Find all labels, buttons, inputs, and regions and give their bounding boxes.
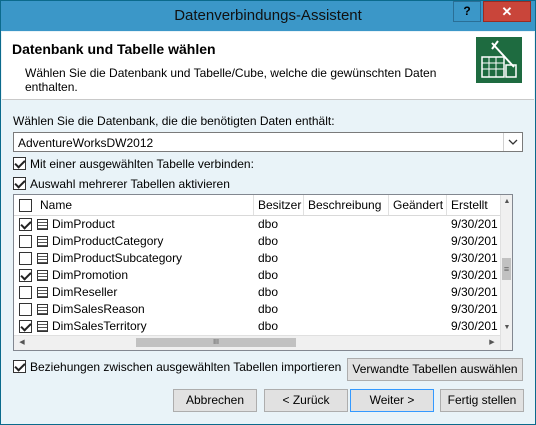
vertical-scroll-thumb[interactable]: ≡ <box>502 258 511 280</box>
row-name: DimProductSubcategory <box>52 251 183 265</box>
row-checkbox[interactable] <box>19 269 32 282</box>
row-checkbox[interactable] <box>19 218 32 231</box>
row-name: DimReseller <box>52 285 118 299</box>
wizard-header: Datenbank und Tabelle wählen Wählen Sie … <box>2 32 534 100</box>
table-icon <box>37 304 48 315</box>
vertical-grip-icon: ≡ <box>503 264 510 274</box>
row-owner: dbo <box>258 268 279 282</box>
row-created: 9/30/201 <box>451 319 498 333</box>
table-icon <box>37 253 48 264</box>
multi-select-label: Auswahl mehrerer Tabellen aktivieren <box>30 177 230 191</box>
row-checkbox[interactable] <box>19 252 32 265</box>
vertical-scrollbar[interactable]: ▲ ≡ ▼ <box>500 195 512 350</box>
row-name: DimPromotion <box>52 268 129 282</box>
multi-select-checkbox[interactable] <box>13 177 26 190</box>
row-owner: dbo <box>258 319 279 333</box>
grid-header: Name Besitzer Beschreibung Geändert Erst… <box>14 195 500 216</box>
row-owner: dbo <box>258 302 279 316</box>
dialog-window: Datenverbindungs-Assistent ? ✕ Datenbank… <box>0 0 536 425</box>
chevron-down-icon[interactable] <box>503 133 522 151</box>
row-checkbox[interactable] <box>19 320 32 333</box>
title-bar[interactable]: Datenverbindungs-Assistent ? ✕ <box>1 1 535 31</box>
row-created: 9/30/201 <box>451 217 498 231</box>
row-checkbox[interactable] <box>19 286 32 299</box>
database-select[interactable]: AdventureWorksDW2012 <box>13 132 523 152</box>
row-created: 9/30/201 <box>451 285 498 299</box>
table-row[interactable]: DimSalesReason dbo 9/30/201 <box>14 301 500 318</box>
row-name: DimSalesTerritory <box>52 319 147 333</box>
finish-button[interactable]: Fertig stellen <box>440 389 524 412</box>
column-header-owner[interactable]: Besitzer <box>254 195 304 215</box>
scroll-right-icon[interactable]: ▶ <box>486 336 498 350</box>
horizontal-grip-icon: III <box>213 339 219 346</box>
database-wizard-icon <box>476 37 522 83</box>
table-row[interactable]: DimProductSubcategory dbo 9/30/201 <box>14 250 500 267</box>
table-row[interactable]: DimProduct dbo 9/30/201 <box>14 216 500 233</box>
relations-label: Beziehungen zwischen ausgewählten Tabell… <box>30 360 342 374</box>
row-owner: dbo <box>258 234 279 248</box>
next-button[interactable]: Weiter > <box>350 389 434 412</box>
relations-checkbox[interactable] <box>13 360 26 373</box>
related-tables-button[interactable]: Verwandte Tabellen auswählen <box>347 358 523 381</box>
scroll-up-icon[interactable]: ▲ <box>501 195 512 209</box>
row-checkbox[interactable] <box>19 303 32 316</box>
horizontal-scrollbar[interactable]: ◀ III ▶ <box>14 335 500 350</box>
table-row[interactable]: DimSalesTerritory dbo 9/30/201 <box>14 318 500 335</box>
horizontal-scroll-thumb[interactable]: III <box>136 338 296 347</box>
column-header-name[interactable]: Name <box>36 195 254 215</box>
row-created: 9/30/201 <box>451 268 498 282</box>
database-select-value: AdventureWorksDW2012 <box>18 136 154 150</box>
column-header-description[interactable]: Beschreibung <box>304 195 389 215</box>
page-title: Datenbank und Tabelle wählen <box>12 41 216 57</box>
table-icon <box>37 236 48 247</box>
database-label: Wählen Sie die Datenbank, die die benöti… <box>13 114 335 128</box>
table-row[interactable]: DimPromotion dbo 9/30/201 <box>14 267 500 284</box>
row-name: DimProductCategory <box>52 234 164 248</box>
close-button[interactable]: ✕ <box>483 1 531 22</box>
row-name: DimProduct <box>52 217 115 231</box>
row-name: DimSalesReason <box>52 302 145 316</box>
table-row[interactable]: DimProductCategory dbo 9/30/201 <box>14 233 500 250</box>
scroll-left-icon[interactable]: ◀ <box>16 336 28 350</box>
page-description: Wählen Sie die Datenbank und Tabelle/Cub… <box>25 66 437 94</box>
table-row[interactable]: DimReseller dbo 9/30/201 <box>14 284 500 301</box>
scroll-down-icon[interactable]: ▼ <box>501 321 512 335</box>
connect-table-checkbox[interactable] <box>13 157 26 170</box>
tables-grid: Name Besitzer Beschreibung Geändert Erst… <box>13 194 513 351</box>
row-created: 9/30/201 <box>451 302 498 316</box>
connect-table-label: Mit einer ausgewählten Tabelle verbinden… <box>30 157 254 171</box>
select-all-checkbox[interactable] <box>19 199 32 212</box>
row-created: 9/30/201 <box>451 234 498 248</box>
back-button[interactable]: < Zurück <box>264 389 348 412</box>
table-icon <box>37 321 48 332</box>
row-owner: dbo <box>258 285 279 299</box>
row-owner: dbo <box>258 251 279 265</box>
column-header-modified[interactable]: Geändert <box>389 195 447 215</box>
table-icon <box>37 219 48 230</box>
table-icon <box>37 270 48 281</box>
row-created: 9/30/201 <box>451 251 498 265</box>
row-checkbox[interactable] <box>19 235 32 248</box>
table-icon <box>37 287 48 298</box>
help-button[interactable]: ? <box>453 1 481 22</box>
column-header-created[interactable]: Erstellt <box>447 195 500 215</box>
row-owner: dbo <box>258 217 279 231</box>
cancel-button[interactable]: Abbrechen <box>173 389 257 412</box>
